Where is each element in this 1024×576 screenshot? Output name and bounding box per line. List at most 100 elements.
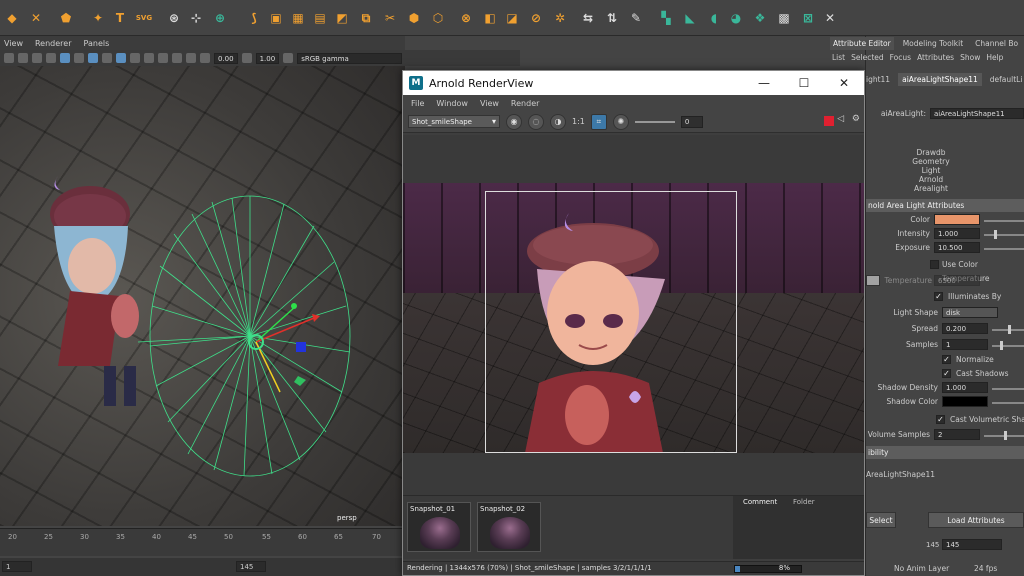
- range-start-field[interactable]: 1: [2, 561, 32, 572]
- uv-icon[interactable]: ⊕: [210, 8, 230, 28]
- viewport-gamma-field[interactable]: 1.00: [255, 52, 280, 64]
- spread-knob[interactable]: [1008, 325, 1011, 334]
- sphere-icon[interactable]: ⊗: [456, 8, 476, 28]
- viewport-menu-view[interactable]: View: [4, 39, 23, 48]
- pivot-icon[interactable]: ⊹: [186, 8, 206, 28]
- ae-menu-show[interactable]: Show: [960, 53, 980, 62]
- maya-viewport[interactable]: persp: [0, 66, 405, 526]
- menu-render[interactable]: Render: [511, 99, 539, 108]
- intensity-field[interactable]: 1.000: [934, 228, 980, 239]
- orange-shape-icon[interactable]: ◆: [2, 8, 22, 28]
- film-gate-icon[interactable]: [60, 53, 70, 63]
- gear-icon[interactable]: ✲: [550, 8, 570, 28]
- camera-select[interactable]: Shot_smileShape: [408, 115, 500, 128]
- planar-icon[interactable]: ◣: [680, 8, 700, 28]
- cubes-icon[interactable]: ▦: [288, 8, 308, 28]
- section-visibility[interactable]: ibility: [866, 446, 1024, 459]
- section-area-light-attributes[interactable]: nold Area Light Attributes: [866, 199, 1024, 212]
- merge-icon[interactable]: ⬢: [404, 8, 424, 28]
- cube-icon[interactable]: ▣: [266, 8, 286, 28]
- flip-icon[interactable]: ⇅: [602, 8, 622, 28]
- snapshot-thumbnail[interactable]: Snapshot_02: [477, 502, 541, 552]
- bevel-icon[interactable]: ◩: [332, 8, 352, 28]
- cylindrical-icon[interactable]: ◖: [704, 8, 724, 28]
- area-light-gizmo[interactable]: [137, 195, 351, 477]
- ae-menu-selected[interactable]: Selected: [851, 53, 884, 62]
- node-tab-default-light[interactable]: defaultLi: [990, 75, 1023, 84]
- ae-menu-list[interactable]: List: [832, 53, 845, 62]
- range-end-field[interactable]: 145: [236, 561, 266, 572]
- shadow-color-slider[interactable]: [992, 402, 1024, 404]
- time-slider[interactable]: 20 25 30 35 40 45 50 55 60 65 70: [0, 528, 405, 556]
- use-color-temperature-checkbox[interactable]: [930, 260, 939, 269]
- samples-knob[interactable]: [1000, 341, 1003, 350]
- menu-window[interactable]: Window: [436, 99, 468, 108]
- split-icon[interactable]: ◪: [502, 8, 522, 28]
- auto-uv-icon[interactable]: ❖: [750, 8, 770, 28]
- text-tool-icon[interactable]: T: [110, 8, 130, 28]
- load-attributes-button[interactable]: Load Attributes: [928, 512, 1024, 528]
- uv-editor-icon[interactable]: ▚: [656, 8, 676, 28]
- box-icon[interactable]: ◧: [480, 8, 500, 28]
- checker-icon[interactable]: ▩: [774, 8, 794, 28]
- snapshot-thumbnail[interactable]: Snapshot_01: [407, 502, 471, 552]
- shadow-density-slider[interactable]: [992, 388, 1024, 390]
- xray-icon[interactable]: [172, 53, 182, 63]
- tab-modeling-toolkit[interactable]: Modeling Toolkit: [900, 37, 966, 50]
- normalize-checkbox[interactable]: ✓: [942, 355, 951, 364]
- exposure-icon[interactable]: ✺: [612, 113, 629, 130]
- fps-label[interactable]: 24 fps: [974, 562, 997, 576]
- render-region-box[interactable]: [485, 191, 737, 453]
- close-button[interactable]: ✕: [824, 71, 864, 95]
- select-button[interactable]: Select: [866, 512, 896, 528]
- cut-icon[interactable]: ✂: [380, 8, 400, 28]
- spherical-icon[interactable]: ◕: [726, 8, 746, 28]
- bookmark-icon[interactable]: [32, 53, 42, 63]
- light-shape-select[interactable]: disk: [942, 307, 998, 318]
- xray-joints-icon[interactable]: [186, 53, 196, 63]
- transform-manipulator[interactable]: [248, 303, 320, 393]
- color-slider[interactable]: [984, 220, 1024, 222]
- tab-channel-box[interactable]: Channel Bo: [972, 37, 1021, 50]
- bend-icon[interactable]: ⟆: [244, 8, 264, 28]
- ratio-button[interactable]: 1:1: [572, 117, 585, 126]
- wireframe-icon[interactable]: [74, 53, 84, 63]
- settings-gear-icon[interactable]: ⚙: [852, 114, 860, 124]
- node-name-field[interactable]: aiAreaLightShape11: [930, 108, 1024, 119]
- camera-attr-icon[interactable]: [18, 53, 28, 63]
- exposure-icon[interactable]: [200, 53, 210, 63]
- viewport-menu-renderer[interactable]: Renderer: [35, 39, 72, 48]
- brush-icon[interactable]: ✎: [626, 8, 646, 28]
- samples-slider[interactable]: [992, 345, 1024, 347]
- svg-tool-icon[interactable]: SVG: [134, 8, 154, 28]
- ae-menu-attributes[interactable]: Attributes: [917, 53, 954, 62]
- sound-icon[interactable]: ◁: [837, 114, 844, 124]
- ipr-icon[interactable]: ◌: [528, 113, 544, 130]
- stop-render-button[interactable]: [824, 116, 834, 126]
- mirror-icon[interactable]: ⇆: [578, 8, 598, 28]
- viewport-menu-panels[interactable]: Panels: [84, 39, 110, 48]
- menu-view[interactable]: View: [480, 99, 499, 108]
- orange-tool-icon[interactable]: ✕: [26, 8, 46, 28]
- gamma-icon[interactable]: [241, 53, 252, 63]
- grid-icon[interactable]: [46, 53, 56, 63]
- cut-uv-icon[interactable]: ✕: [820, 8, 840, 28]
- tab-attribute-editor[interactable]: Attribute Editor: [830, 36, 894, 50]
- color-swatch[interactable]: [934, 214, 980, 225]
- maximize-button[interactable]: ☐: [784, 71, 824, 95]
- textured-icon[interactable]: [102, 53, 112, 63]
- volume-samples-knob[interactable]: [1004, 431, 1007, 440]
- spread-field[interactable]: 0.200: [942, 323, 988, 334]
- color-mgmt-icon[interactable]: [283, 53, 294, 63]
- exposure-slider[interactable]: [634, 120, 675, 123]
- unfold-icon[interactable]: ⊠: [798, 8, 818, 28]
- camera-icon[interactable]: [4, 53, 14, 63]
- combine-icon[interactable]: ⬡: [428, 8, 448, 28]
- menu-file[interactable]: File: [411, 99, 424, 108]
- tab-comment[interactable]: Comment: [743, 498, 777, 506]
- anim-layer-label[interactable]: No Anim Layer: [894, 562, 949, 576]
- smooth-shade-icon[interactable]: [88, 53, 98, 63]
- color-space-select[interactable]: sRGB gamma: [297, 52, 403, 64]
- cast-volumetric-checkbox[interactable]: ✓: [936, 415, 945, 424]
- isolate-icon[interactable]: [158, 53, 168, 63]
